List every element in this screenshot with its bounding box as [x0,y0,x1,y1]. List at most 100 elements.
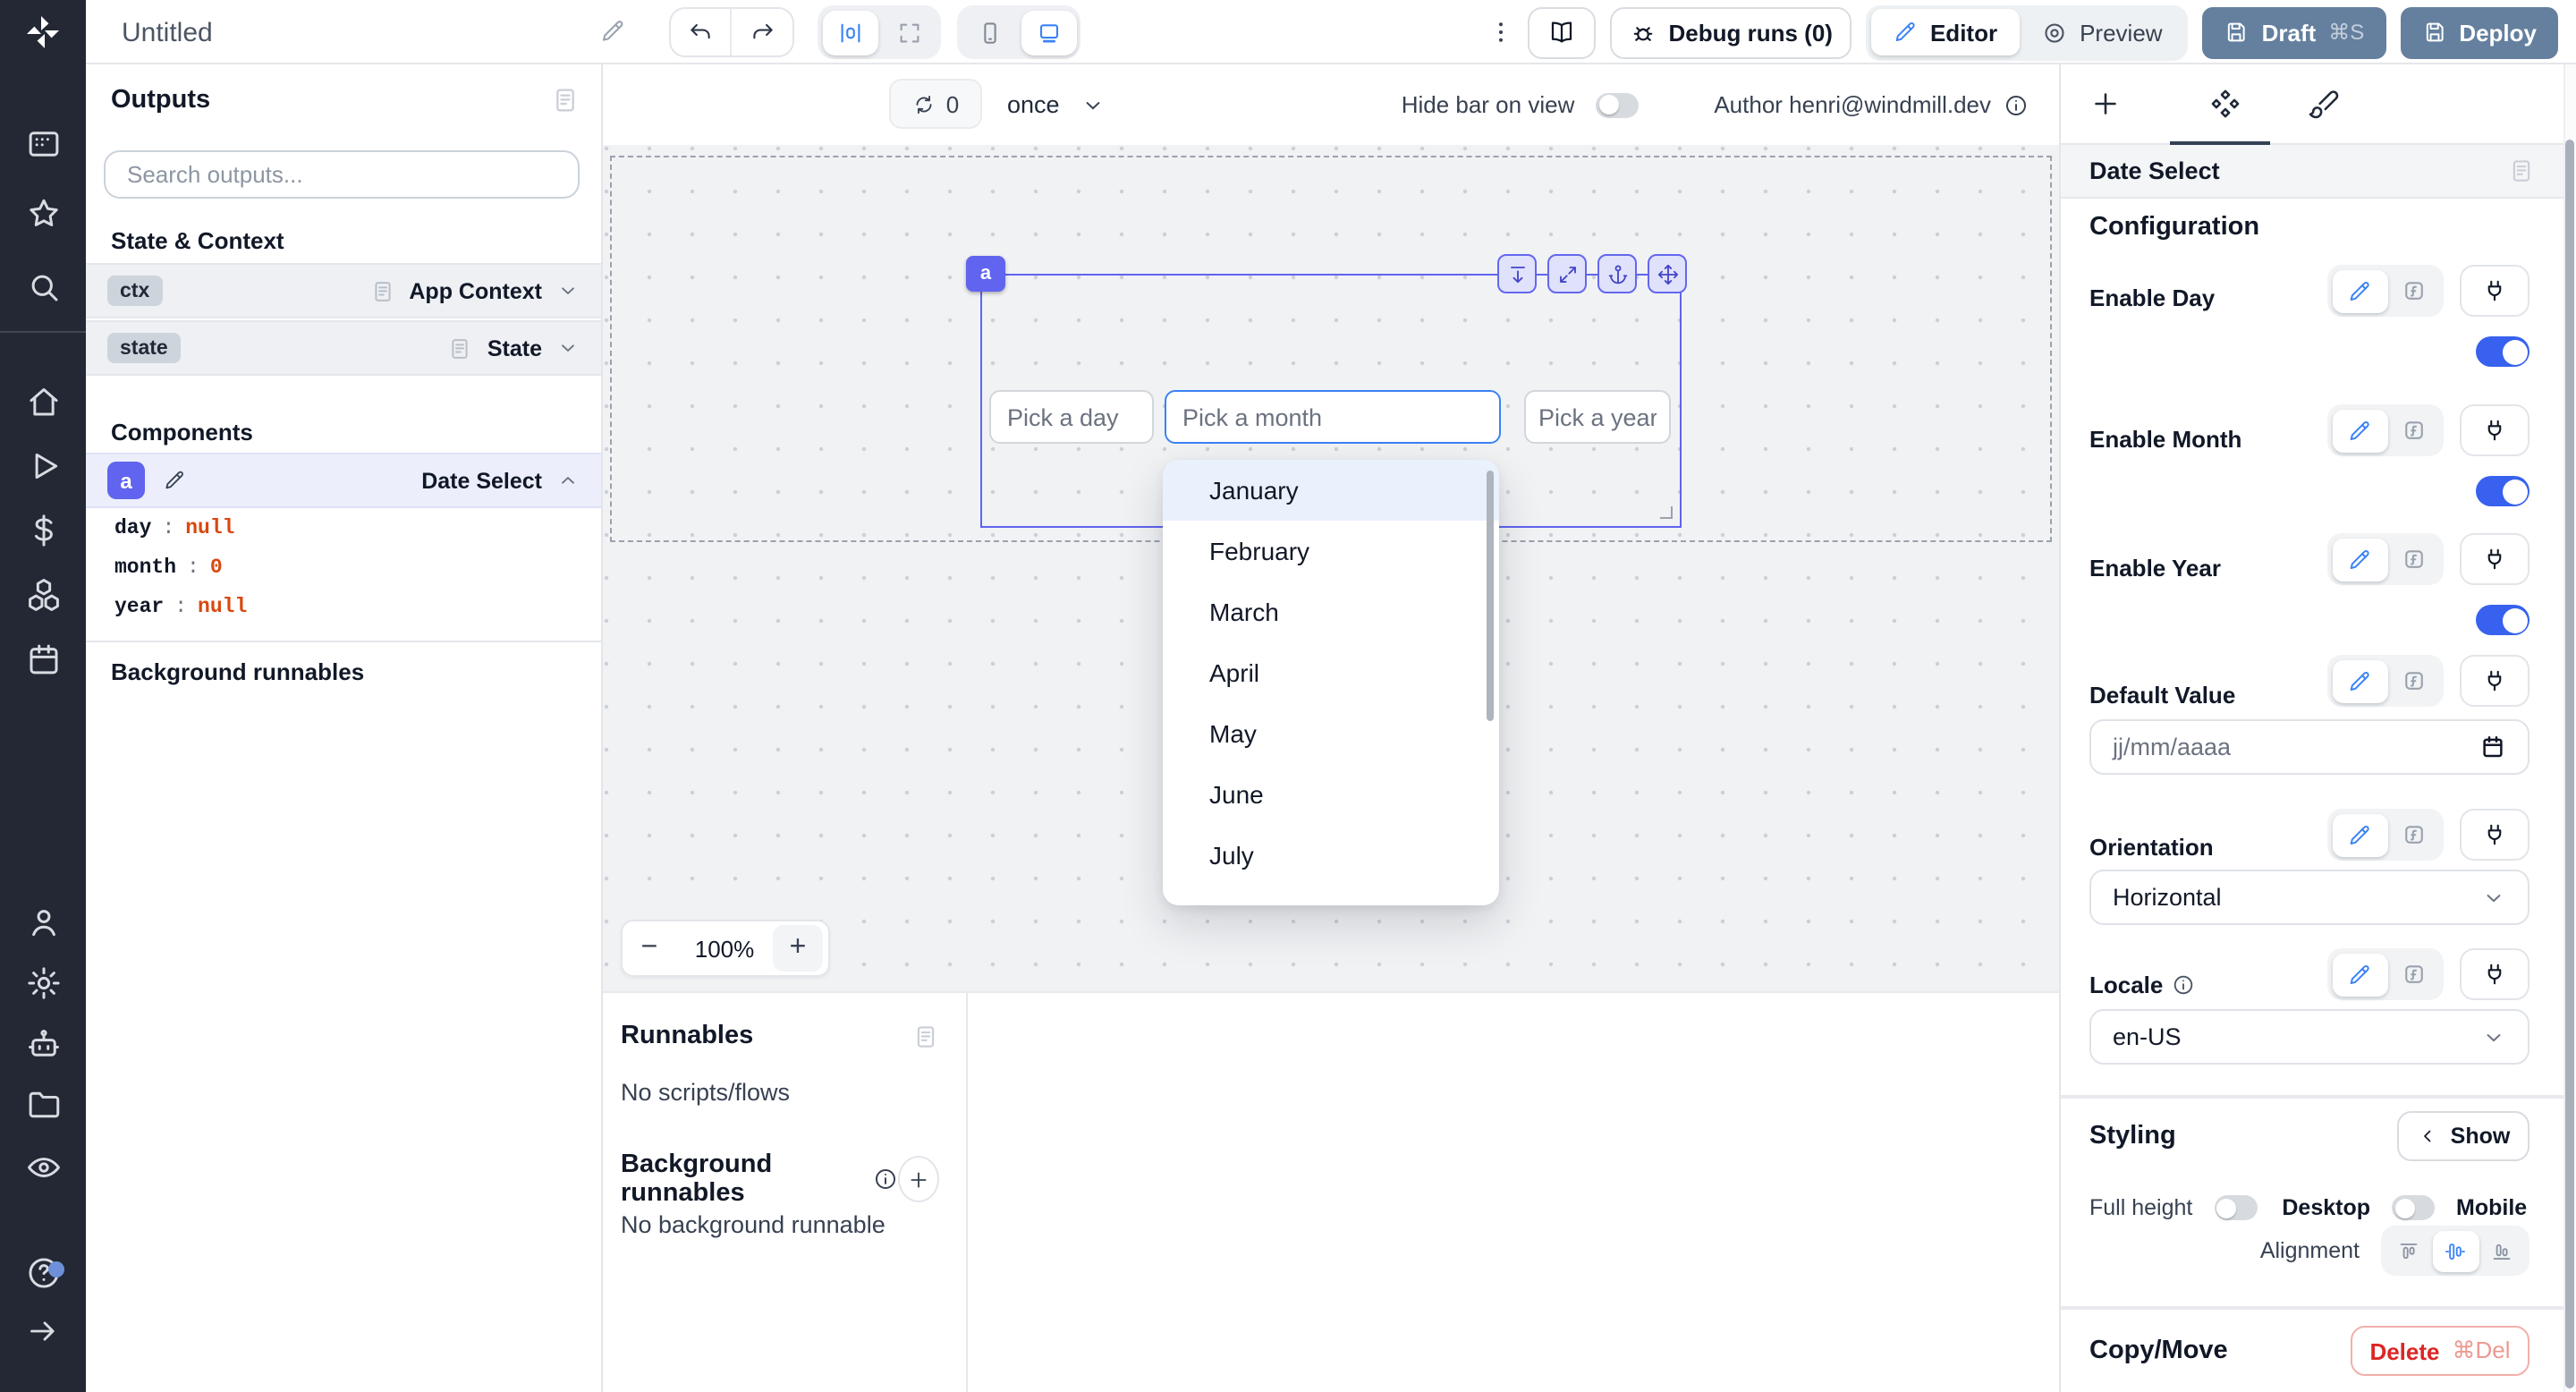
sidebar-item-favorites[interactable] [23,193,63,233]
chevron-up-icon[interactable] [556,469,580,492]
connect-button[interactable] [2460,265,2529,317]
centered-layout-button[interactable] [822,10,877,55]
default-value-date-input[interactable]: jj/mm/aaaa [2089,719,2529,775]
dropdown-scrollbar[interactable] [1486,471,1494,721]
align-center-button[interactable] [2432,1230,2479,1271]
locale-select[interactable]: en-US [2089,1009,2529,1065]
eval-mode-button[interactable] [2387,659,2439,702]
connect-button[interactable] [2460,533,2529,585]
fullwidth-layout-button[interactable] [881,10,936,55]
state-row[interactable]: state State [86,320,601,376]
sidebar-item-settings[interactable] [23,963,63,1002]
connect-button[interactable] [2460,809,2529,861]
static-mode-button[interactable] [2332,269,2387,312]
anchor-handle[interactable] [1597,254,1637,293]
sidebar-item-resources[interactable] [23,574,63,614]
deploy-button[interactable]: Deploy [2400,6,2558,58]
windmill-logo[interactable] [21,11,64,54]
enable-year-toggle[interactable] [2476,605,2529,635]
hide-bar-toggle[interactable] [1596,92,1639,117]
month-option[interactable]: February [1163,521,1499,581]
tab-editor[interactable]: Editor [1871,9,2019,55]
resize-handle[interactable] [1660,506,1673,519]
sidebar-item-audit[interactable] [23,1147,63,1186]
connect-button[interactable] [2460,404,2529,456]
connect-button[interactable] [2460,948,2529,1000]
sidebar-item-schedules[interactable] [23,639,63,678]
static-mode-button[interactable] [2332,538,2387,581]
full-height-toggle[interactable] [2214,1195,2257,1220]
sidebar-item-home[interactable] [23,381,63,420]
info-icon[interactable] [873,1167,898,1192]
debug-runs-button[interactable]: Debug runs (0) [1610,6,1852,58]
sidebar-item-folders[interactable] [23,1084,63,1124]
pick-month-input[interactable] [1165,390,1501,444]
pick-year-input[interactable] [1524,390,1671,444]
doc-list-icon[interactable] [2508,157,2535,184]
month-option[interactable]: May [1163,703,1499,764]
month-option[interactable]: June [1163,764,1499,825]
run-mode-select[interactable]: once [1007,64,1106,145]
orientation-select[interactable]: Horizontal [2089,870,2529,925]
scrollbar-thumb[interactable] [2565,140,2574,1388]
pick-day-input[interactable] [989,390,1154,444]
sidebar-item-apps[interactable] [23,123,63,163]
eval-mode-button[interactable] [2387,953,2439,996]
static-mode-button[interactable] [2332,953,2387,996]
eval-mode-button[interactable] [2387,269,2439,312]
refresh-count-button[interactable]: 0 [889,79,982,129]
edit-pencil-icon[interactable] [163,469,186,492]
align-top-button[interactable] [2385,1230,2432,1271]
calendar-icon[interactable] [2479,734,2506,760]
tab-insert-component[interactable] [2088,86,2123,122]
component-row-a[interactable]: a Date Select [86,453,601,508]
tab-preview[interactable]: Preview [2019,9,2184,55]
info-icon[interactable] [2004,92,2029,117]
sidebar-item-users[interactable] [23,902,63,941]
sidebar-item-workers[interactable] [23,1023,63,1063]
show-styling-button[interactable]: Show [2397,1111,2529,1161]
connect-button[interactable] [2460,655,2529,707]
chevron-down-icon[interactable] [556,336,580,360]
tab-component-settings[interactable] [2207,86,2243,122]
sidebar-expand[interactable] [23,1311,63,1351]
rename-button[interactable] [599,18,626,50]
month-option[interactable]: July [1163,825,1499,886]
eval-mode-button[interactable] [2387,538,2439,581]
draft-button[interactable]: Draft ⌘S [2203,6,2386,58]
move-handle[interactable] [1648,254,1687,293]
month-option[interactable]: March [1163,581,1499,642]
month-option[interactable]: January [1163,460,1499,521]
chevron-down-icon[interactable] [556,279,580,302]
doc-list-icon[interactable] [551,86,580,115]
static-mode-button[interactable] [2332,659,2387,702]
sidebar-item-runs[interactable] [23,446,63,485]
info-icon[interactable] [2172,973,2195,997]
app-canvas[interactable]: a January February March April May June … [603,145,2059,991]
zoom-in-button[interactable]: + [773,925,823,972]
ctx-row[interactable]: ctx App Context [86,263,601,318]
mobile-view-button[interactable] [962,10,1017,55]
desktop-view-button[interactable] [1021,10,1076,55]
undo-button[interactable] [671,9,732,55]
redo-button[interactable] [732,9,792,55]
tab-global-styling[interactable] [2306,86,2342,122]
add-background-runnable-button[interactable] [898,1156,939,1202]
month-option[interactable]: August [1163,886,1499,905]
docs-button[interactable] [1528,6,1596,58]
sidebar-item-variables[interactable] [23,510,63,549]
more-menu-button[interactable] [1488,18,1513,47]
doc-list-icon[interactable] [912,1023,939,1049]
sidebar-item-search[interactable] [23,267,63,306]
static-mode-button[interactable] [2332,409,2387,452]
align-bottom-button[interactable] [2479,1230,2525,1271]
enable-day-toggle[interactable] [2476,336,2529,367]
expand-down-handle[interactable] [1497,254,1537,293]
eval-mode-button[interactable] [2387,813,2439,856]
enable-month-toggle[interactable] [2476,476,2529,506]
search-outputs-input[interactable] [104,150,580,199]
delete-button[interactable]: Delete ⌘Del [2351,1326,2529,1376]
zoom-out-button[interactable]: − [623,923,676,973]
month-option[interactable]: April [1163,642,1499,703]
eval-mode-button[interactable] [2387,409,2439,452]
